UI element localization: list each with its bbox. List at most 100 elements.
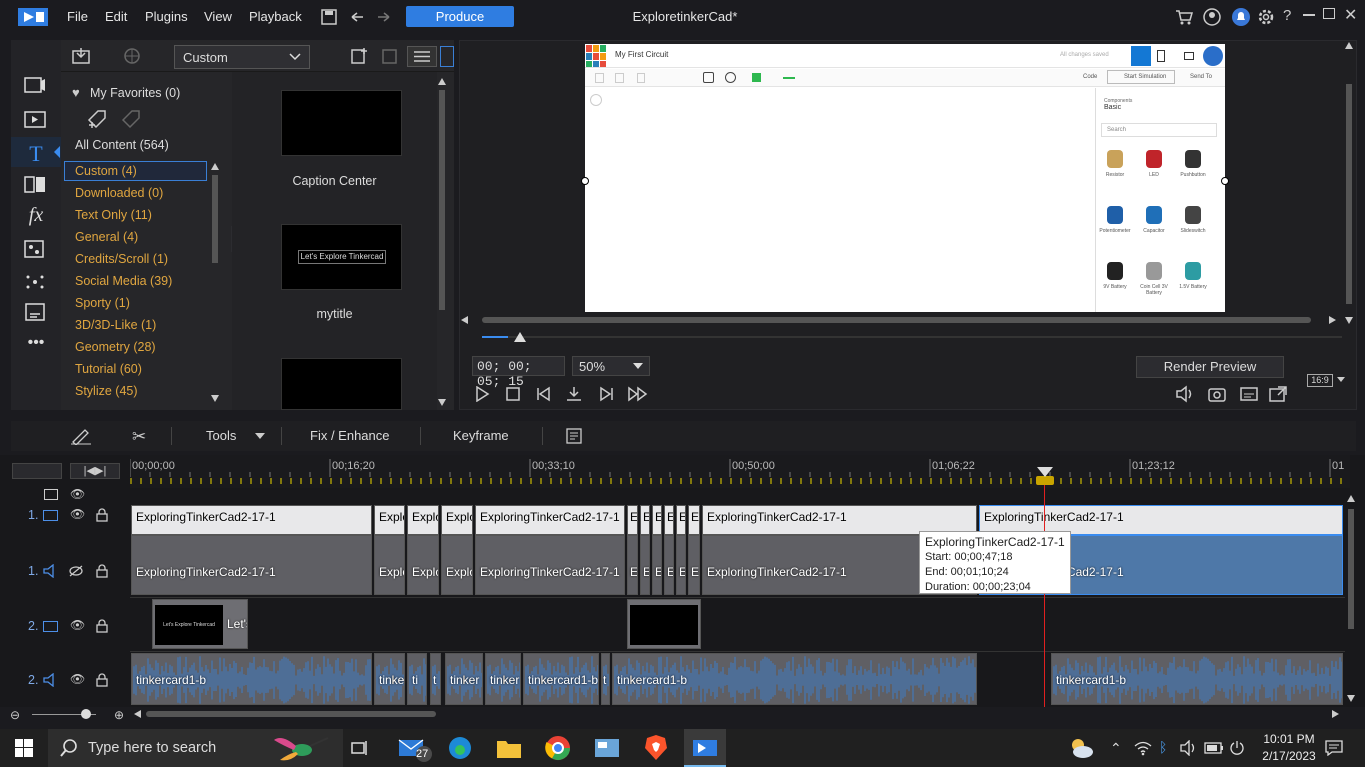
import-icon[interactable] [71,47,91,65]
audio-clip[interactable]: tinker [445,653,483,705]
audio-clip[interactable]: tinkercard1-b [131,653,372,705]
audio-clip[interactable]: tinkercard1-b [523,653,599,705]
pip-room-icon[interactable] [23,239,49,261]
title-clip[interactable]: Let's Explore Tinkercad Let's [152,599,248,649]
scroll-down-icon[interactable] [1347,695,1355,702]
template-thumb-mytitle[interactable]: Let's Explore Tinkercad [281,224,402,290]
menu-playback[interactable]: Playback [249,9,302,24]
audio-clip[interactable]: tinker [485,653,521,705]
fix-enhance-button[interactable]: Fix / Enhance [310,428,390,443]
timeline-hscroll-thumb[interactable] [146,711,436,717]
cart-icon[interactable] [1175,8,1193,26]
menu-file[interactable]: File [67,9,88,24]
scissors-icon[interactable]: ✂ [132,427,146,447]
audio-clip[interactable]: tinke [374,653,405,705]
chrome-icon[interactable] [545,735,571,761]
powerdirector-taskbar-button[interactable] [684,729,726,767]
menu-edit[interactable]: Edit [105,9,127,24]
video-clip[interactable]: E [640,505,650,535]
scroll-down-icon[interactable] [438,399,446,406]
menu-view[interactable]: View [204,9,232,24]
more-tools-icon[interactable] [565,427,583,445]
minimize-icon[interactable] [1303,14,1315,16]
audio-clip[interactable]: t [601,653,610,705]
stop-icon[interactable] [505,386,521,402]
preview-screen[interactable]: My First Circuit All changes saved Code … [585,44,1225,312]
track-video-toggle-icon[interactable] [44,489,58,500]
video-clip[interactable]: Explo [374,505,405,535]
category-custom[interactable]: Custom (4) [75,164,137,178]
audio-clip[interactable]: tinkercard1-b [1051,653,1343,705]
scroll-down-icon[interactable] [211,395,219,402]
edge-icon[interactable] [447,735,473,761]
notification-icon[interactable] [1231,7,1251,27]
audio-clip[interactable]: t [430,653,441,705]
scroll-thumb[interactable] [439,90,445,310]
category-social-media[interactable]: Social Media (39) [75,274,172,288]
scroll-up-icon[interactable] [438,78,446,85]
speaker-icon[interactable] [1180,740,1198,756]
account-icon[interactable] [1203,8,1221,26]
video-room-icon[interactable] [23,110,49,132]
video-clip[interactable]: E [664,505,674,535]
category-3d-like[interactable]: 3D/3D-Like (1) [75,318,156,332]
subtitle-display-icon[interactable] [1239,385,1259,403]
gallery-scrollbar[interactable] [438,78,446,408]
task-view-icon[interactable] [350,739,370,757]
scroll-right-icon[interactable] [1332,710,1339,718]
video-clip[interactable]: E [688,505,700,535]
produce-button[interactable]: Produce [406,6,514,27]
transition-room-icon[interactable] [23,175,49,197]
file-explorer-icon[interactable] [496,736,522,760]
zoom-select[interactable]: 50% [572,356,650,376]
help-icon[interactable]: ? [1283,7,1291,24]
restore-icon[interactable] [1323,8,1335,19]
category-downloaded[interactable]: Downloaded (0) [75,186,163,200]
audio-clip[interactable]: Explo [441,535,473,595]
preview-hscroll-thumb[interactable] [482,317,1311,323]
undock-icon[interactable] [1268,385,1288,403]
weather-icon[interactable] [1068,737,1094,759]
audio-clip[interactable]: tinkercard1-b [612,653,977,705]
audio-clip[interactable]: Explo [407,535,439,595]
audio-clip[interactable]: E [664,535,674,595]
play-icon[interactable] [474,386,490,402]
clock-date[interactable]: 2/17/2023 [1256,749,1322,763]
resize-handle[interactable] [1221,177,1229,185]
timecode-display[interactable]: 00; 00; 05; 15 [472,356,565,389]
video-clip[interactable]: Explo [441,505,473,535]
category-credits-scroll[interactable]: Credits/Scroll (1) [75,252,168,266]
audio-clip[interactable]: Explo [374,535,405,595]
audio-clip[interactable]: E [676,535,686,595]
fit-timeline-icon[interactable]: |◀▶| [70,463,120,479]
download-content-icon[interactable] [123,47,141,65]
all-tracks-visible-icon[interactable]: 👁 [70,487,85,501]
scroll-right-icon[interactable] [1329,316,1336,324]
action-center-icon[interactable] [1325,740,1343,756]
zoom-out-icon[interactable]: ⊖ [10,708,20,722]
playhead-marker[interactable] [1037,467,1053,477]
scroll-thumb[interactable] [212,175,218,263]
category-general[interactable]: General (4) [75,230,138,244]
fast-forward-icon[interactable] [627,386,649,402]
audio-clip[interactable]: E [688,535,700,595]
video-clip[interactable]: E [627,505,638,535]
category-select[interactable]: Custom [174,45,310,69]
redo-icon[interactable] [375,9,393,25]
media-room-icon[interactable] [23,76,49,98]
template-thumb-3[interactable] [281,358,402,410]
audio-clip[interactable]: ti [407,653,427,705]
category-text-only[interactable]: Text Only (11) [75,208,152,222]
undo-icon[interactable] [348,9,366,25]
category-geometry[interactable]: Geometry (28) [75,340,156,354]
scroll-left-icon[interactable] [461,316,468,324]
scroll-up-icon[interactable] [211,163,219,170]
scroll-thumb[interactable] [1346,84,1352,304]
settings-icon[interactable] [1257,8,1275,26]
timeline-ruler[interactable]: 00;00;00 00;16;20 00;33;10 00;50;00 01;0… [130,455,1350,488]
next-frame-icon[interactable] [597,386,615,402]
playhead-line[interactable] [1044,485,1045,707]
scroll-thumb[interactable] [1348,509,1354,629]
snapshot-icon[interactable] [1207,385,1227,403]
taskbar-search[interactable]: Type here to search [48,729,343,767]
